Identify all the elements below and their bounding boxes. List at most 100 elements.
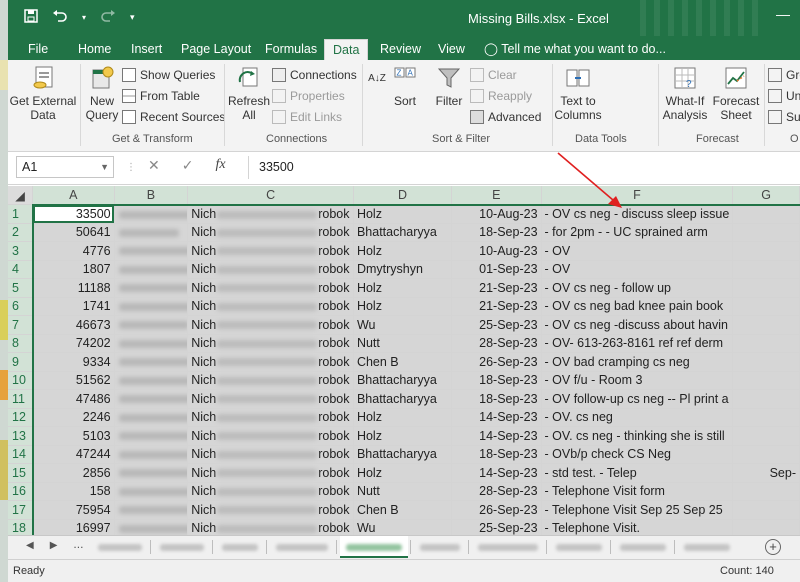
- cell-c[interactable]: Nich robok: [187, 352, 354, 372]
- cell-g[interactable]: [732, 260, 800, 279]
- cell-a[interactable]: 75954: [32, 500, 115, 520]
- tab-page-layout[interactable]: Page Layout: [173, 39, 259, 60]
- cell-d[interactable]: Holz: [353, 278, 453, 298]
- row-header[interactable]: 11: [8, 389, 34, 409]
- cell-d[interactable]: Dmytryshyn: [353, 260, 453, 279]
- cell-d[interactable]: Holz: [353, 241, 453, 261]
- formula-input[interactable]: 33500: [248, 156, 800, 179]
- sort-button[interactable]: ZA Sort: [388, 64, 422, 108]
- show-queries-button[interactable]: Show Queries: [122, 66, 215, 84]
- row-header[interactable]: 2: [8, 223, 34, 242]
- cell-g[interactable]: [732, 519, 800, 535]
- sheet-tab[interactable]: [270, 536, 334, 558]
- cell-f[interactable]: - OV: [541, 241, 734, 261]
- filter-button[interactable]: Filter: [428, 64, 470, 108]
- row-header[interactable]: 3: [8, 241, 34, 261]
- save-icon[interactable]: [24, 9, 38, 26]
- cell-b-redacted[interactable]: [114, 241, 189, 261]
- cell-f[interactable]: - OV cs neg bad knee pain book: [541, 297, 734, 316]
- cell-e[interactable]: 28-Sep-23: [451, 334, 542, 353]
- tell-me-box[interactable]: ◯ Tell me what you want to do...: [484, 39, 666, 59]
- cell-f[interactable]: - OVb/p check CS Neg: [541, 445, 734, 464]
- cell-c[interactable]: Nich robok: [187, 389, 354, 409]
- name-box-dropdown-icon[interactable]: ▼: [100, 157, 109, 177]
- cell-b-redacted[interactable]: [114, 389, 189, 409]
- sheet-tab[interactable]: [414, 536, 466, 558]
- cell-b-redacted[interactable]: [114, 463, 189, 483]
- cell-f[interactable]: - Telephone Visit form: [541, 482, 734, 501]
- edit-links-button[interactable]: Edit Links: [272, 108, 342, 126]
- cell-c[interactable]: Nich robok: [187, 297, 354, 316]
- row-header[interactable]: 14: [8, 445, 34, 464]
- row-header[interactable]: 5: [8, 278, 34, 298]
- cell-f[interactable]: - Telephone Visit.: [541, 519, 734, 535]
- sheet-tab[interactable]: [550, 536, 608, 558]
- cell-f[interactable]: - OV: [541, 260, 734, 279]
- undo-icon[interactable]: [52, 9, 68, 26]
- advanced-button[interactable]: Advanced: [470, 108, 541, 126]
- cell-c[interactable]: Nich robok: [187, 371, 354, 390]
- cell-f[interactable]: - OV cs neg -discuss about havin: [541, 315, 734, 335]
- cell-a[interactable]: 51562: [32, 371, 115, 390]
- sheet-tab-active[interactable]: [340, 536, 408, 558]
- cell-a[interactable]: 4776: [32, 241, 115, 261]
- cell-b-redacted[interactable]: [114, 204, 189, 224]
- cell-g[interactable]: [732, 297, 800, 316]
- cell-b-redacted[interactable]: [114, 408, 189, 427]
- forecast-sheet-button[interactable]: Forecast Sheet: [712, 64, 760, 122]
- cell-d[interactable]: Bhattacharyya: [353, 389, 453, 409]
- cell-f[interactable]: - OV follow-up cs neg -- Pl print a: [541, 389, 734, 409]
- refresh-all-button[interactable]: Refresh All: [226, 64, 272, 122]
- cell-g[interactable]: [732, 352, 800, 372]
- cell-d[interactable]: Bhattacharyya: [353, 445, 453, 464]
- cell-d[interactable]: Holz: [353, 297, 453, 316]
- cell-e[interactable]: 25-Sep-23: [451, 519, 542, 535]
- clear-button[interactable]: Clear: [470, 66, 517, 84]
- row-header[interactable]: 10: [8, 371, 34, 390]
- more-sheets-icon[interactable]: ...: [73, 537, 83, 551]
- cell-e[interactable]: 18-Sep-23: [451, 445, 542, 464]
- insert-function-icon[interactable]: fx: [215, 157, 225, 174]
- cell-a[interactable]: 74202: [32, 334, 115, 353]
- cell-e[interactable]: 14-Sep-23: [451, 426, 542, 446]
- cell-e[interactable]: 26-Sep-23: [451, 352, 542, 372]
- cancel-icon[interactable]: ✕: [148, 157, 160, 174]
- cell-g[interactable]: [732, 500, 800, 520]
- cell-g[interactable]: [732, 408, 800, 427]
- cell-g[interactable]: [732, 204, 800, 224]
- cell-d[interactable]: Holz: [353, 426, 453, 446]
- cell-b-redacted[interactable]: [114, 352, 189, 372]
- cell-g[interactable]: [732, 445, 800, 464]
- cell-b-redacted[interactable]: [114, 371, 189, 390]
- cell-d[interactable]: Wu: [353, 519, 453, 535]
- reapply-button[interactable]: Reapply: [470, 87, 532, 105]
- cell-b-redacted[interactable]: [114, 445, 189, 464]
- cell-b-redacted[interactable]: [114, 334, 189, 353]
- cell-f[interactable]: - OV. cs neg - thinking she is still: [541, 426, 734, 446]
- row-header[interactable]: 18: [8, 519, 34, 535]
- text-to-columns-button[interactable]: Text to Columns: [554, 64, 602, 122]
- cell-b-redacted[interactable]: [114, 426, 189, 446]
- cell-a[interactable]: 50641: [32, 223, 115, 242]
- sheet-tab[interactable]: [92, 536, 148, 558]
- cell-b-redacted[interactable]: [114, 297, 189, 316]
- properties-button[interactable]: Properties: [272, 87, 345, 105]
- cell-f[interactable]: - OV cs neg - discuss sleep issue: [541, 204, 734, 224]
- row-header[interactable]: 15: [8, 463, 34, 483]
- tab-data[interactable]: Data: [324, 39, 369, 60]
- cell-f[interactable]: - for 2pm - - UC sprained arm: [541, 223, 734, 242]
- cell-a[interactable]: 158: [32, 482, 115, 501]
- undo-dropdown-icon[interactable]: ▾: [82, 13, 86, 22]
- cell-d[interactable]: Holz: [353, 463, 453, 483]
- subtotal-button[interactable]: Sub: [768, 108, 800, 126]
- column-header-d[interactable]: D: [353, 186, 453, 206]
- select-all-corner[interactable]: ◢: [8, 186, 34, 205]
- column-header-g[interactable]: G: [732, 186, 800, 206]
- tab-file[interactable]: File: [20, 39, 56, 60]
- worksheet-grid[interactable]: ◢ A B C D E F G 1 33500 Nich robok Holz 10-Au…: [8, 186, 800, 535]
- cell-c[interactable]: Nich robok: [187, 408, 354, 427]
- recent-sources-button[interactable]: Recent Sources: [122, 108, 225, 126]
- cell-c[interactable]: Nich robok: [187, 315, 354, 335]
- cell-e[interactable]: 10-Aug-23: [451, 204, 542, 224]
- ungroup-button[interactable]: Ung: [768, 87, 800, 105]
